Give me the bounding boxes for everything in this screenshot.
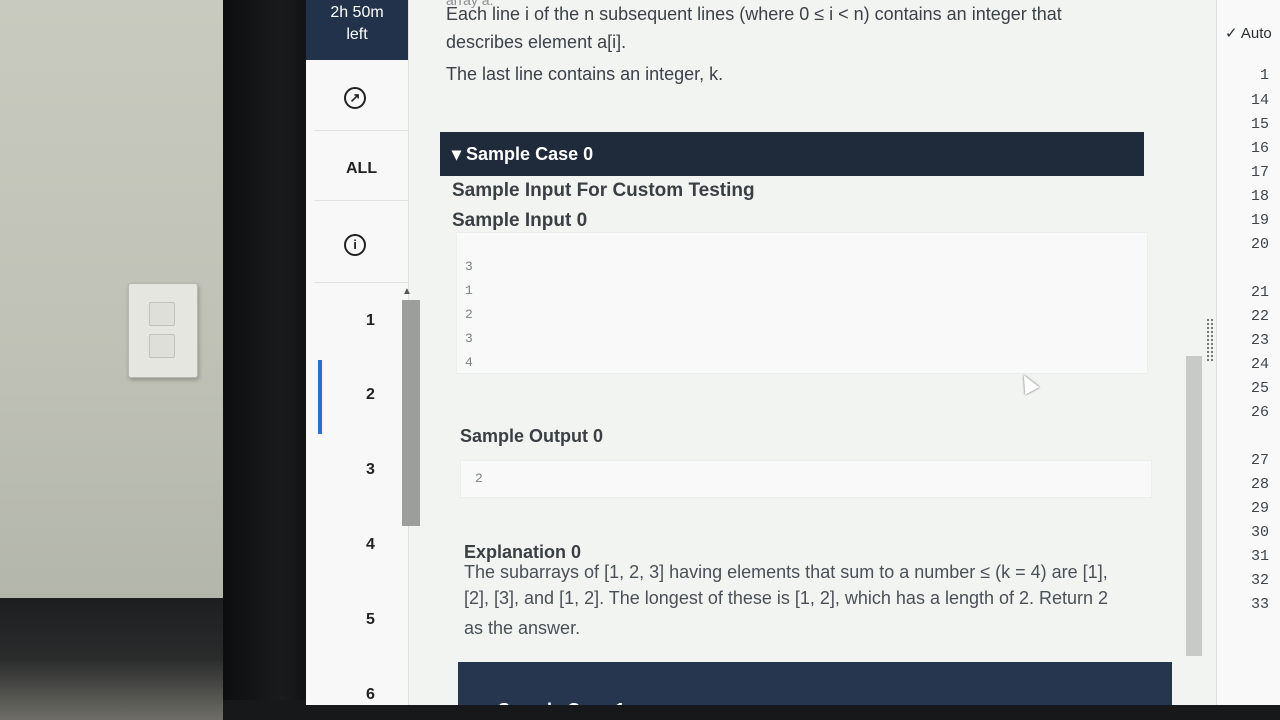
outlet-slot-bottom [149, 334, 175, 358]
nav-item-6[interactable]: 6 [366, 686, 375, 704]
time-remaining-label: left [346, 26, 368, 43]
explanation-line: as the answer. [464, 618, 581, 638]
line-number: 15 [1250, 116, 1269, 133]
question-nav: 2h 50m left ↗ ALL i 1 2 3 4 5 6 [306, 0, 409, 705]
problem-scrollbar[interactable] [402, 300, 420, 526]
nav-divider [314, 130, 408, 131]
line-number: 21 [1250, 284, 1269, 301]
code-editor[interactable]: ✓ Auto 1 14 15 16 17 18 19 20 21 22 23 2… [1216, 0, 1280, 705]
line-number: 1 [1259, 67, 1269, 84]
sample-input-line: 4 [465, 355, 473, 370]
line-number: 19 [1250, 212, 1269, 229]
monitor-bezel [223, 0, 307, 720]
screen: 2h 50m left ↗ ALL i 1 2 3 4 5 6 ▲ array … [306, 0, 1280, 705]
sample-input-box: 3 1 2 3 4 [456, 232, 1148, 374]
line-number: 25 [1250, 380, 1269, 397]
line-number: 16 [1250, 140, 1269, 157]
nav-item-5[interactable]: 5 [366, 611, 375, 629]
pane-resize-handle[interactable] [1206, 318, 1214, 362]
line-number: 24 [1250, 356, 1269, 373]
sample-output-line: 2 [475, 471, 483, 486]
nav-divider [314, 200, 408, 201]
problem-statement: array a. Each line i of the n subsequent… [426, 0, 1206, 705]
sample-case-1-header[interactable]: ▸ Sample Case 1 [458, 662, 1172, 705]
line-number: 14 [1250, 92, 1269, 109]
sample-case-0-header[interactable]: ▾ Sample Case 0 [440, 132, 1144, 176]
background-wall [0, 0, 245, 600]
line-number: 18 [1250, 188, 1269, 205]
sample-output-box: 2 [460, 460, 1152, 498]
scroll-up-arrow-icon[interactable]: ▲ [402, 286, 412, 297]
nav-item-1[interactable]: 1 [366, 312, 375, 330]
sample-input-line: 3 [465, 259, 473, 274]
info-icon[interactable]: i [344, 234, 366, 256]
line-number: 30 [1250, 524, 1269, 541]
sample-output-label: Sample Output 0 [460, 426, 604, 446]
problem-input-line: describes element a[i]. [446, 32, 627, 52]
explanation-line: The subarrays of [1, 2, 3] having elemen… [464, 562, 1108, 582]
nav-item-3[interactable]: 3 [366, 461, 375, 479]
sample-custom-testing-label: Sample Input For Custom Testing [452, 180, 755, 201]
line-number: 20 [1250, 236, 1269, 253]
line-number: 28 [1250, 476, 1269, 493]
nav-divider [314, 282, 408, 283]
time-remaining: 2h 50m left [306, 0, 408, 60]
sample-input-label: Sample Input 0 [452, 210, 588, 231]
problem-scrollbar-right[interactable] [1186, 356, 1202, 656]
nav-item-2[interactable]: 2 [366, 386, 375, 404]
nav-active-indicator [318, 360, 322, 434]
flag-icon[interactable]: ↗ [344, 87, 366, 109]
line-number: 22 [1250, 308, 1269, 325]
line-number: 29 [1250, 500, 1269, 517]
line-number: 23 [1250, 332, 1269, 349]
problem-input-line: Each line i of the n subsequent lines (w… [446, 4, 1062, 24]
explanation-line: [2], [3], and [1, 2]. The longest of the… [464, 588, 1109, 608]
sample-input-line: 2 [465, 307, 473, 322]
auto-complete-toggle[interactable]: ✓ Auto [1225, 24, 1272, 42]
nav-item-4[interactable]: 4 [366, 536, 375, 554]
problem-input-line: The last line contains an integer, k. [446, 64, 724, 84]
line-number: 31 [1250, 548, 1269, 565]
time-remaining-value: 2h 50m [330, 4, 384, 21]
line-number: 26 [1250, 404, 1269, 421]
sample-input-line: 1 [465, 283, 473, 298]
line-number: 17 [1250, 164, 1269, 181]
sample-input-line: 3 [465, 331, 473, 346]
line-number: 33 [1250, 596, 1269, 613]
nav-all[interactable]: ALL [346, 160, 377, 178]
explanation-label: Explanation 0 [464, 542, 582, 562]
wall-outlet-plate [128, 283, 198, 378]
line-number: 32 [1250, 572, 1269, 589]
outlet-slot-top [149, 302, 175, 326]
background-floor [0, 598, 245, 720]
line-number: 27 [1250, 452, 1269, 469]
